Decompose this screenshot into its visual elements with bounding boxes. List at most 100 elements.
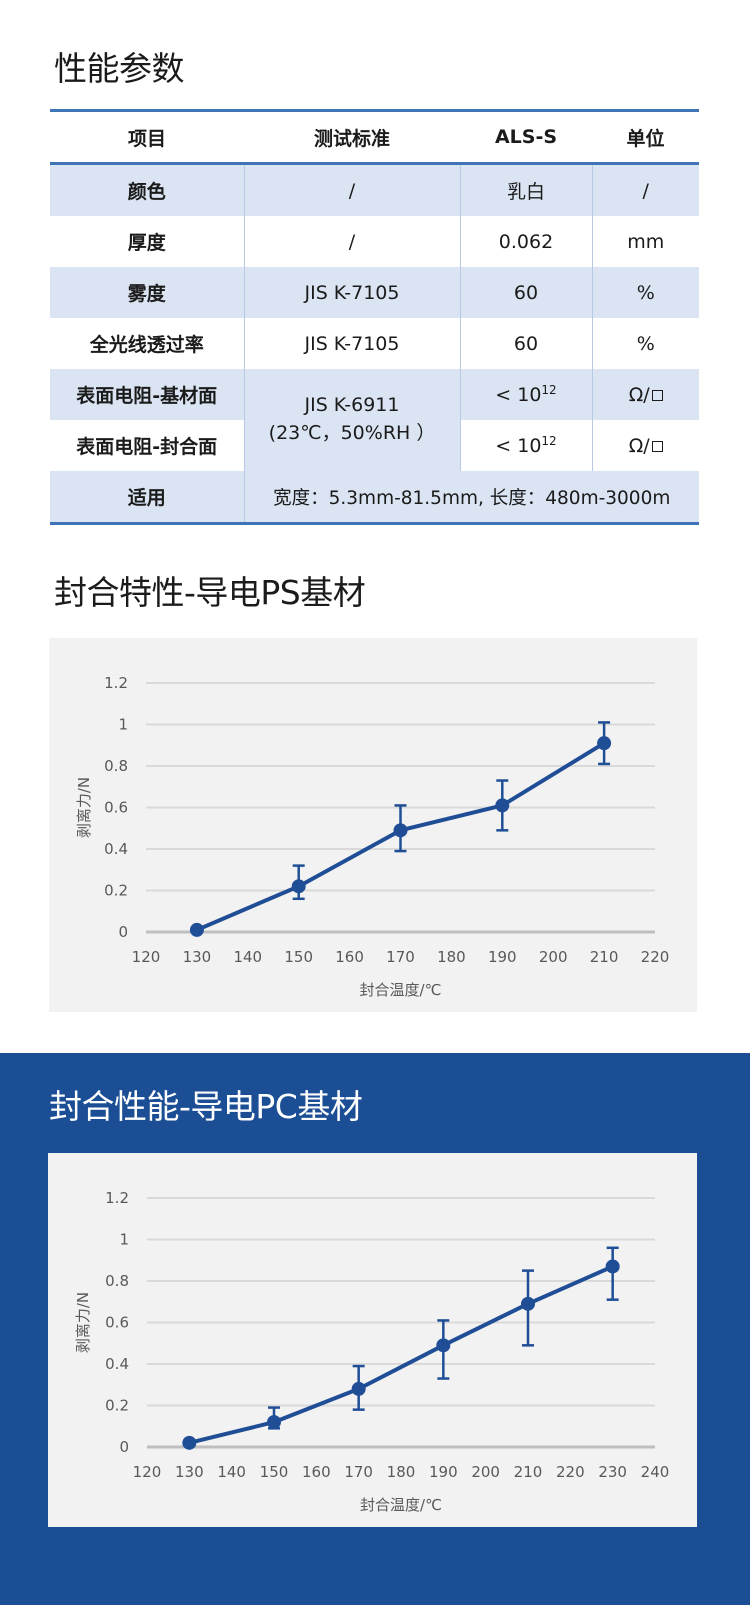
- unit-text: Ω/: [628, 434, 650, 457]
- x-tick-label: 160: [302, 1463, 331, 1481]
- chart-panel-pc: 0 0.2 0.4 0.6 0.8 1 1.2 120 130 140 150 160 170 180 19…: [48, 1153, 697, 1527]
- row-item: 全光线透过率: [50, 318, 244, 369]
- y-tick-label: 0.8: [104, 757, 128, 775]
- y-tick-label: 1: [119, 1231, 129, 1249]
- y-tick-label: 1.2: [104, 674, 128, 692]
- row-item: 表面电阻-基材面: [50, 369, 244, 420]
- chart-ps: 0 0.2 0.4 0.6 0.8 1 1.2 120 130 140 150 160 170 180 19…: [75, 674, 669, 999]
- row-value: < 1012: [459, 420, 592, 471]
- row-unit: /: [591, 163, 699, 216]
- data-point: [393, 823, 408, 838]
- row-standard: /: [243, 216, 460, 267]
- x-tick-label: 190: [488, 948, 517, 966]
- data-point: [597, 736, 612, 751]
- x-tick-label: 190: [429, 1463, 458, 1481]
- table-row: 全光线透过率 JIS K-7105 60 %: [50, 318, 699, 369]
- section-title-pc: 封合性能-导电PC基材: [49, 1087, 363, 1126]
- y-tick-label: 0: [118, 923, 128, 941]
- data-point: [189, 922, 204, 937]
- row-unit: %: [591, 267, 699, 318]
- row-standard: /: [243, 163, 460, 216]
- row-value: 60: [459, 267, 592, 318]
- x-tick-label: 130: [183, 948, 212, 966]
- unit-text: Ω/: [628, 383, 650, 406]
- value-exponent: 12: [541, 383, 557, 397]
- row-value: < 1012: [459, 369, 592, 420]
- standard-line2: (23℃，50%RH ）: [268, 422, 436, 444]
- x-tick-label: 120: [132, 948, 161, 966]
- x-tick-label: 160: [335, 948, 364, 966]
- value-prefix: < 10: [495, 435, 542, 457]
- x-tick-label: 180: [387, 1463, 416, 1481]
- data-point: [605, 1259, 620, 1274]
- row-value: 乳白: [459, 163, 592, 216]
- table-row: 适用 宽度：5.3mm-81.5mm, 长度：480m-3000m: [50, 471, 699, 524]
- y-tick-label: 0.6: [104, 799, 128, 817]
- section-title-params: 性能参数: [54, 49, 185, 88]
- x-tick-label: 210: [590, 948, 619, 966]
- y-axis-title: 剥离力/N: [75, 777, 93, 838]
- table-row: 颜色 / 乳白 /: [50, 163, 699, 216]
- section-title-ps: 封合特性-导电PS基材: [54, 573, 366, 612]
- x-tick-label: 130: [175, 1463, 204, 1481]
- square-icon: [651, 440, 663, 452]
- value-exponent: 12: [541, 434, 557, 448]
- x-tick-label: 210: [514, 1463, 543, 1481]
- row-unit: Ω/: [591, 420, 699, 471]
- data-point: [267, 1415, 281, 1430]
- header-item: 项目: [50, 110, 244, 165]
- row-standard-merged: JIS K-6911 (23℃，50%RH ）: [243, 369, 460, 471]
- chart-pc: 0 0.2 0.4 0.6 0.8 1 1.2 120 130 140 150 160 170 180 19…: [74, 1189, 670, 1514]
- header-unit: 单位: [592, 110, 699, 165]
- row-item: 厚度: [50, 216, 244, 267]
- row-unit: mm: [591, 216, 699, 267]
- spec-table: 项目 测试标准 ALS-S 单位 颜色 / 乳白 / 厚度 / 0.062 mm…: [50, 109, 699, 525]
- row-item: 雾度: [50, 267, 244, 318]
- header-standard: 测试标准: [244, 110, 460, 165]
- data-point: [521, 1296, 535, 1311]
- x-tick-label: 220: [556, 1463, 585, 1481]
- data-point: [495, 798, 510, 813]
- data-point: [291, 879, 306, 894]
- row-standard: JIS K-7105: [243, 318, 460, 369]
- header-product: ALS-S: [460, 110, 592, 165]
- table-row: 雾度 JIS K-7105 60 %: [50, 267, 699, 318]
- row-item: 适用: [50, 471, 244, 524]
- row-item: 颜色: [50, 163, 244, 216]
- row-value: 60: [459, 318, 592, 369]
- x-tick-label: 240: [641, 1463, 670, 1481]
- x-tick-label: 140: [217, 1463, 246, 1481]
- x-tick-label: 150: [260, 1463, 289, 1481]
- data-point: [436, 1338, 451, 1353]
- table-row: 厚度 / 0.062 mm: [50, 216, 699, 267]
- standard-line1: JIS K-6911: [304, 394, 400, 417]
- data-point: [182, 1435, 197, 1450]
- chart-panel-ps: 0 0.2 0.4 0.6 0.8 1 1.2 120 130 140 150 160 170 180 19…: [49, 638, 697, 1012]
- x-tick-label: 230: [598, 1463, 627, 1481]
- x-tick-label: 170: [344, 1463, 373, 1481]
- y-tick-label: 0.4: [105, 1355, 129, 1373]
- x-tick-label: 180: [437, 948, 466, 966]
- value-prefix: < 10: [495, 384, 542, 406]
- x-tick-label: 150: [284, 948, 313, 966]
- x-tick-label: 200: [471, 1463, 500, 1481]
- y-axis-title: 剥离力/N: [74, 1292, 92, 1353]
- row-unit: Ω/: [591, 369, 699, 420]
- x-tick-label: 120: [133, 1463, 162, 1481]
- y-tick-label: 0.6: [105, 1314, 129, 1332]
- x-axis-title: 封合温度/℃: [360, 1496, 442, 1514]
- row-standard: JIS K-7105: [243, 267, 460, 318]
- data-point: [351, 1381, 366, 1396]
- y-tick-label: 1.2: [105, 1189, 129, 1207]
- row-unit: %: [591, 318, 699, 369]
- table-row: 表面电阻-基材面 JIS K-6911 (23℃，50%RH ） < 1012 …: [50, 369, 699, 471]
- x-axis-title: 封合温度/℃: [360, 981, 442, 999]
- row-note: 宽度：5.3mm-81.5mm, 长度：480m-3000m: [243, 471, 699, 524]
- y-tick-label: 0.8: [105, 1272, 129, 1290]
- table-header-row: 项目 测试标准 ALS-S 单位: [50, 110, 699, 165]
- series-line: [188, 1264, 614, 1445]
- y-tick-label: 0.2: [105, 1397, 129, 1415]
- y-tick-label: 0.4: [104, 840, 128, 858]
- x-tick-label: 200: [539, 948, 568, 966]
- x-tick-label: 170: [386, 948, 415, 966]
